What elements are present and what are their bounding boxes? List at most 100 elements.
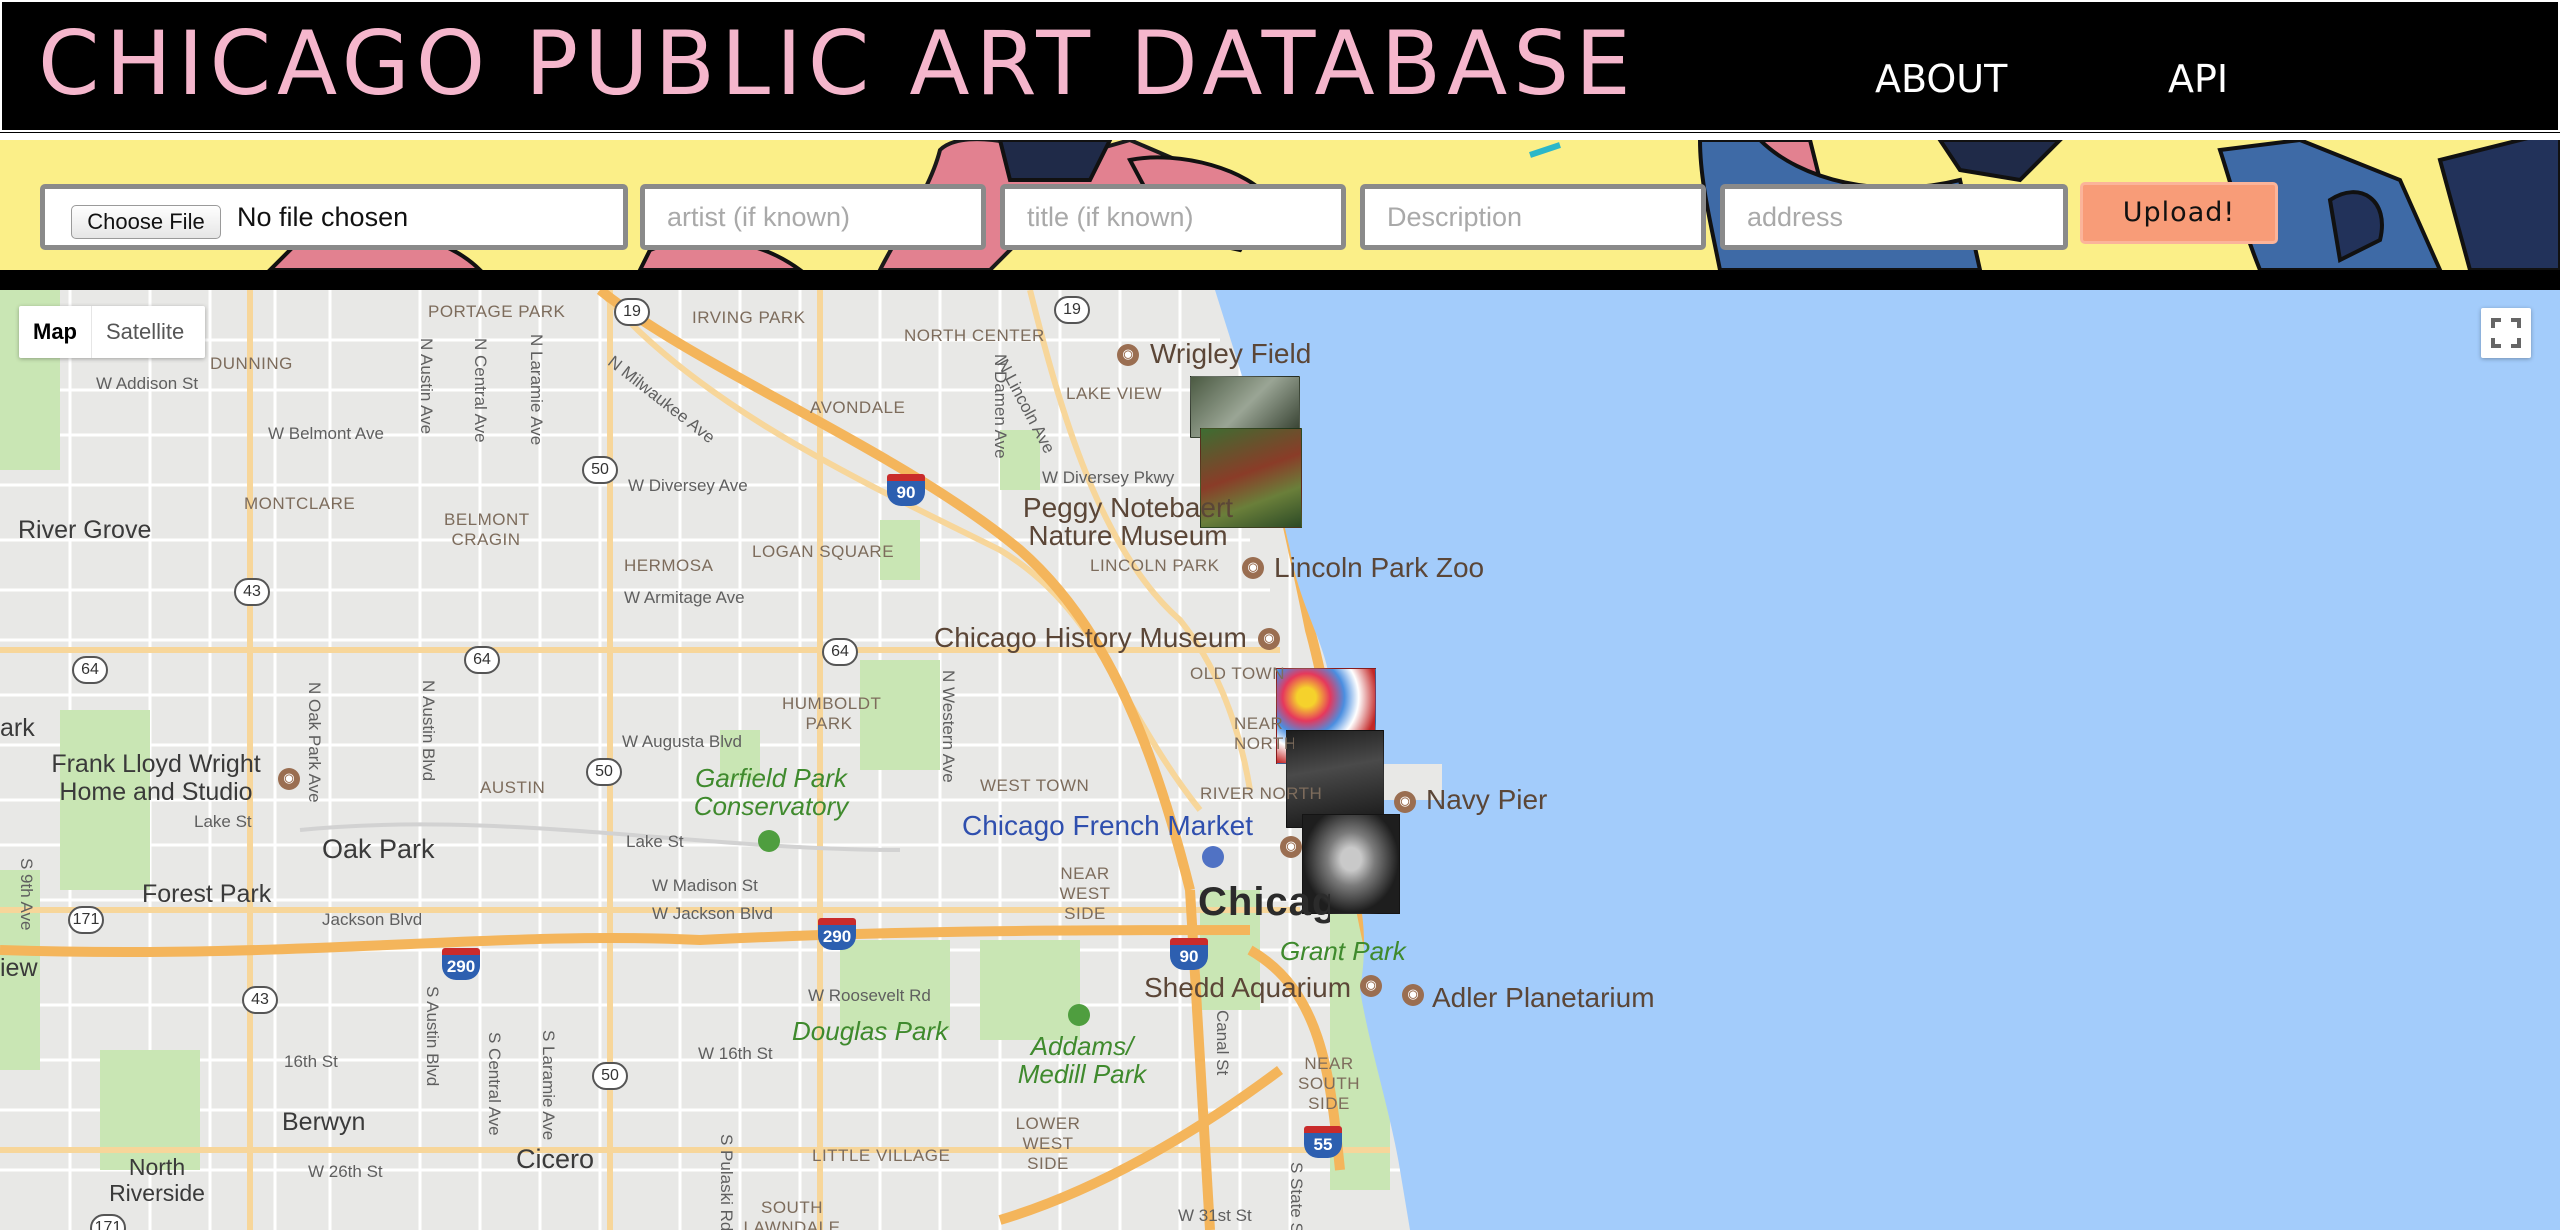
map-label: Chicago French Market (962, 810, 1254, 841)
route-171-shield: 171 (90, 1214, 126, 1230)
map-label: WEST TOWN (980, 776, 1090, 795)
upload-button[interactable]: Upload! (2080, 182, 2278, 244)
park-icon[interactable] (1068, 1004, 1090, 1026)
map-label: W Augusta Blvd (622, 732, 743, 751)
title-input[interactable] (1000, 184, 1346, 250)
map-type-map-button[interactable]: Map (19, 306, 91, 358)
map-label: Lake St (626, 832, 684, 851)
map-label: Canal St (1213, 1010, 1232, 1076)
map-label: W 31st St (1178, 1206, 1252, 1225)
site-header: CHICAGO PUBLIC ART DATABASE ABOUT API (0, 0, 2560, 133)
map-label: Jackson Blvd (322, 910, 423, 929)
upload-form: Choose File No file chosen Upload! (40, 182, 2560, 250)
stadium-icon[interactable]: ◉ (1117, 344, 1139, 366)
map-label: N Western Ave (939, 670, 958, 783)
map-label: S Laramie Ave (539, 1030, 558, 1141)
museum-icon[interactable]: ◉ (1280, 836, 1302, 858)
map-label: N Laramie Ave (527, 334, 546, 446)
aquarium-icon[interactable]: ◉ (1360, 975, 1382, 997)
map-label: Lake St (194, 812, 252, 831)
map-label: S State St (1287, 1162, 1306, 1230)
interstate-90-shield: 90 (1170, 938, 1208, 970)
map-label: Forest Park (142, 880, 272, 908)
planetarium-icon[interactable]: ◉ (1402, 984, 1424, 1006)
map-label: Navy Pier (1426, 784, 1548, 815)
museum-icon[interactable]: ◉ (1258, 628, 1280, 650)
map-label: W Addison St (96, 374, 199, 393)
map-label: River Grove (18, 516, 152, 544)
route-19-shield: 19 (1054, 296, 1090, 324)
map-label: Adler Planetarium (1432, 982, 1655, 1013)
map-label: NEAR WEST SIDE (1059, 864, 1111, 923)
upload-banner: Choose File No file chosen Upload! (0, 140, 2560, 270)
map-label: NORTH CENTER (904, 326, 1045, 345)
map-label: N Austin Ave (417, 338, 436, 435)
map-label: W 16th St (698, 1044, 773, 1063)
map-label: 16th St (284, 1052, 338, 1071)
map-label: SOUTH LAWNDALE (743, 1198, 841, 1230)
map-label: MONTCLARE (244, 494, 356, 513)
route-50-shield: 50 (582, 456, 618, 484)
choose-file-button[interactable]: Choose File (71, 205, 221, 239)
interstate-290-shield: 290 (818, 918, 856, 950)
interstate-290-shield: 290 (442, 948, 480, 980)
map-label: W Madison St (652, 876, 758, 895)
map-type-control: Map Satellite (19, 306, 205, 358)
map-label: W Diversey Ave (628, 476, 748, 495)
attraction-icon[interactable]: ◉ (1394, 791, 1416, 813)
map-canvas[interactable]: 19 19 50 43 64 64 64 50 171 43 50 171 90… (0, 290, 2560, 1230)
fullscreen-button[interactable] (2481, 308, 2531, 358)
map-label: North Riverside (109, 1154, 205, 1206)
map-label: Peggy Notebaert Nature Museum (1022, 492, 1234, 551)
description-input[interactable] (1360, 184, 1706, 250)
zoo-icon[interactable]: ◉ (1242, 557, 1264, 579)
route-64-shield: 64 (464, 646, 500, 674)
park-icon[interactable] (758, 830, 780, 852)
map-label: PORTAGE PARK (428, 302, 566, 321)
nav-about-link[interactable]: ABOUT (1875, 56, 2007, 102)
divider-strip (0, 270, 2560, 290)
interstate-55-shield: 55 (1304, 1126, 1342, 1158)
map-label: ark (0, 714, 35, 742)
map-label: OLD TOWN (1190, 664, 1285, 683)
map-label: Garfield Park Conservatory (693, 763, 849, 821)
map-label: HUMBOLDT PARK (782, 694, 882, 733)
map-label: W Diversey Pkwy (1042, 468, 1175, 487)
map-label: Lincoln Park Zoo (1274, 552, 1485, 583)
map-label: Grant Park (1280, 936, 1406, 966)
museum-icon[interactable]: ◉ (278, 768, 300, 790)
interstate-90-shield: 90 (887, 474, 925, 506)
map-label: LAKE VIEW (1066, 384, 1163, 403)
map-label: AUSTIN (480, 778, 546, 797)
map-label: Wrigley Field (1150, 338, 1312, 369)
map-label: N Austin Blvd (419, 680, 438, 782)
map-label: Frank Lloyd Wright Home and Studio (51, 750, 261, 806)
map-label: Chicago (1198, 880, 1330, 924)
map-label: LINCOLN PARK (1090, 556, 1220, 575)
map-label: Douglas Park (792, 1016, 949, 1046)
map-label: W Jackson Blvd (652, 904, 773, 923)
address-input[interactable] (1720, 184, 2068, 250)
map-label: DUNNING (210, 354, 293, 373)
nav-api-link[interactable]: API (2168, 56, 2228, 102)
route-19-shield: 19 (614, 298, 650, 326)
map-label: W Armitage Ave (624, 588, 745, 607)
shopping-icon[interactable] (1202, 846, 1224, 868)
map-label: S Pulaski Rd (717, 1134, 736, 1230)
map-label: N Central Ave (471, 338, 490, 443)
map-label: Cicero (516, 1144, 595, 1174)
route-43-shield: 43 (242, 986, 278, 1014)
map-label: S Austin Blvd (423, 986, 442, 1087)
map-label: LITTLE VILLAGE (812, 1146, 951, 1165)
file-picker[interactable]: Choose File No file chosen (40, 184, 628, 250)
artist-input[interactable] (640, 184, 986, 250)
map-label: W 26th St (308, 1162, 383, 1181)
map-label: Shedd Aquarium (1144, 972, 1352, 1003)
map-label: LOGAN SQUARE (752, 542, 895, 561)
map-label: Berwyn (282, 1108, 366, 1136)
map-type-satellite-button[interactable]: Satellite (91, 306, 198, 358)
map-label: NEAR NORTH SIDE (1234, 714, 1294, 756)
route-50-shield: 50 (592, 1062, 628, 1090)
route-64-shield: 64 (72, 656, 108, 684)
map-label: Oak Park (322, 834, 435, 864)
